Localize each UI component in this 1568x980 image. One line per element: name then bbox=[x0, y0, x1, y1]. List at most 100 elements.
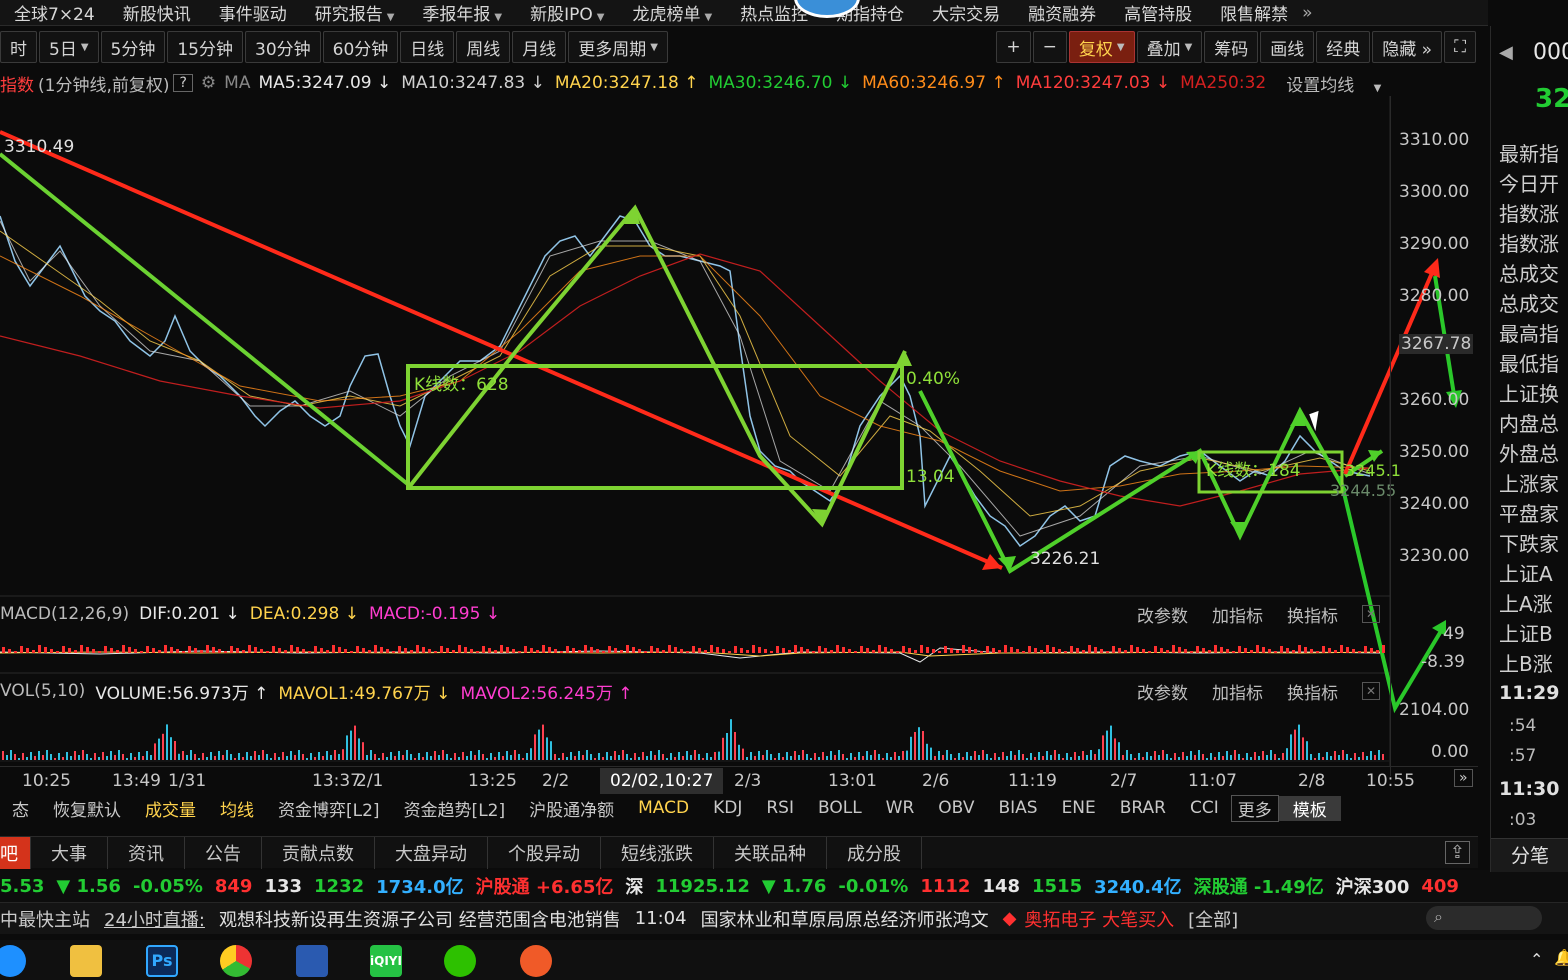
news-headline-2[interactable]: 国家林业和草原局原总经济师张鸿文 bbox=[701, 906, 989, 932]
chevron-left-icon[interactable]: ◀ bbox=[1499, 42, 1513, 63]
macd-switch-indicator-button[interactable]: 换指标 bbox=[1287, 602, 1338, 627]
bell-icon[interactable]: 🔔 bbox=[1554, 948, 1568, 967]
tool-button-6[interactable]: 经典 bbox=[1316, 31, 1371, 63]
macd-add-indicator-button[interactable]: 加指标 bbox=[1212, 602, 1263, 627]
news-source[interactable]: 中最快主站 bbox=[0, 906, 90, 932]
period-button-9[interactable]: 更多周期 ▼ bbox=[568, 31, 668, 63]
nav-item-12[interactable]: 限售解禁 bbox=[1206, 0, 1302, 25]
tab-tick-detail[interactable]: 分笔 bbox=[1491, 838, 1568, 872]
close-icon[interactable]: ✕ bbox=[1362, 682, 1380, 700]
macd-bar bbox=[2, 647, 5, 653]
info-tab-0[interactable]: 吧 bbox=[0, 836, 31, 869]
news-headline-1[interactable]: 观想科技新设再生资源子公司 经营范围含电池销售 bbox=[219, 906, 621, 932]
vol-switch-indicator-button[interactable]: 换指标 bbox=[1287, 679, 1338, 704]
news-all-link[interactable]: [全部] bbox=[1188, 906, 1238, 932]
gear-icon[interactable]: ⚙ bbox=[201, 73, 216, 93]
nav-item-11[interactable]: 高管持股 bbox=[1110, 0, 1206, 25]
indicator-tab-2[interactable]: 成交量 bbox=[133, 796, 208, 821]
volume-bar bbox=[858, 752, 860, 760]
tool-button-5[interactable]: 画线 bbox=[1260, 31, 1315, 63]
help-button[interactable]: ? bbox=[173, 74, 193, 92]
info-tab-8[interactable]: 关联品种 bbox=[714, 836, 827, 869]
news-live-link[interactable]: 24小时直播: bbox=[104, 906, 205, 932]
nav-item-5[interactable]: 新股IPO ▼ bbox=[516, 0, 618, 25]
nav-item-6[interactable]: 龙虎榜单 ▼ bbox=[618, 0, 726, 25]
wechat-icon[interactable] bbox=[444, 945, 476, 977]
iqiyi-icon[interactable]: iQIYI bbox=[370, 945, 402, 977]
folder-icon[interactable] bbox=[70, 945, 102, 977]
tool-button-4[interactable]: 筹码 bbox=[1204, 31, 1259, 63]
volume-bar bbox=[386, 757, 388, 760]
indicator-tab-8[interactable]: KDJ bbox=[701, 798, 754, 818]
app-icon[interactable] bbox=[296, 945, 328, 977]
indicator-tab-16[interactable]: CCI bbox=[1178, 798, 1231, 818]
edge-icon[interactable] bbox=[0, 945, 26, 977]
tool-button-1[interactable]: − bbox=[1032, 31, 1067, 63]
period-button-3[interactable]: 15分钟 bbox=[167, 31, 243, 63]
period-button-6[interactable]: 日线 bbox=[400, 31, 455, 63]
info-tab-2[interactable]: 资讯 bbox=[108, 836, 185, 869]
search-input[interactable]: ⌕ bbox=[1426, 906, 1542, 930]
vol-add-indicator-button[interactable]: 加指标 bbox=[1212, 679, 1263, 704]
tool-button-8[interactable]: ⛶ bbox=[1444, 31, 1476, 63]
news-alert[interactable]: 奥拓电子 大笔买入 bbox=[1024, 906, 1174, 932]
nav-item-10[interactable]: 融资融券 bbox=[1014, 0, 1110, 25]
indicator-tab-7[interactable]: MACD bbox=[626, 798, 701, 818]
indicator-tab-4[interactable]: 资金博弈[L2] bbox=[266, 796, 392, 821]
info-tab-1[interactable]: 大事 bbox=[31, 836, 108, 869]
period-button-4[interactable]: 30分钟 bbox=[245, 31, 321, 63]
period-button-1[interactable]: 5日 ▼ bbox=[39, 31, 99, 63]
macd-bar bbox=[992, 648, 995, 653]
vol-edit-param-button[interactable]: 改参数 bbox=[1137, 679, 1188, 704]
expand-icon[interactable]: ⇪ bbox=[1444, 841, 1470, 864]
indicator-tab-6[interactable]: 沪股通净额 bbox=[517, 796, 626, 821]
tool-button-2[interactable]: 复权 ▼ bbox=[1068, 31, 1135, 63]
indicator-tab-15[interactable]: BRAR bbox=[1108, 798, 1178, 818]
info-tab-3[interactable]: 公告 bbox=[185, 836, 262, 869]
close-icon[interactable]: ✕ bbox=[1362, 605, 1380, 623]
info-tab-4[interactable]: 贡献点数 bbox=[262, 836, 375, 869]
volume-bar bbox=[518, 754, 520, 760]
indicator-tab-12[interactable]: OBV bbox=[926, 798, 986, 818]
indicator-tab-1[interactable]: 恢复默认 bbox=[41, 796, 133, 821]
indicator-tab-13[interactable]: BIAS bbox=[986, 798, 1049, 818]
indicator-tab-17[interactable]: 更多 bbox=[1230, 794, 1279, 822]
chevron-up-icon[interactable]: ⌃ bbox=[1530, 950, 1543, 969]
tool-button-0[interactable]: + bbox=[996, 31, 1031, 63]
info-tab-6[interactable]: 个股异动 bbox=[488, 836, 601, 869]
nav-item-0[interactable]: 全球7×24 bbox=[0, 0, 109, 25]
xaxis-more-button[interactable]: » bbox=[1454, 769, 1473, 787]
nav-item-4[interactable]: 季报年报 ▼ bbox=[408, 0, 516, 25]
info-tab-5[interactable]: 大盘异动 bbox=[375, 836, 488, 869]
nav-item-9[interactable]: 大宗交易 bbox=[918, 0, 1014, 25]
volume-bar bbox=[26, 757, 28, 760]
period-button-0[interactable]: 时 bbox=[0, 31, 37, 63]
nav-more-button[interactable]: » bbox=[1302, 3, 1312, 23]
volume-bar bbox=[374, 754, 376, 760]
tool-button-7[interactable]: 隐藏 » bbox=[1372, 31, 1443, 63]
period-button-7[interactable]: 周线 bbox=[456, 31, 511, 63]
tonghuashun-icon[interactable] bbox=[520, 945, 552, 977]
indicator-tab-3[interactable]: 均线 bbox=[208, 796, 266, 821]
indicator-tab-0[interactable]: 态 bbox=[0, 796, 41, 821]
indicator-tab-5[interactable]: 资金趋势[L2] bbox=[392, 796, 518, 821]
period-button-5[interactable]: 60分钟 bbox=[322, 31, 399, 63]
info-tab-7[interactable]: 短线涨跌 bbox=[601, 836, 714, 869]
nav-item-2[interactable]: 事件驱动 bbox=[205, 0, 301, 25]
indicator-tab-10[interactable]: BOLL bbox=[806, 798, 874, 818]
indicator-tab-18[interactable]: 模板 bbox=[1278, 795, 1341, 821]
indicator-tab-9[interactable]: RSI bbox=[754, 798, 806, 818]
photoshop-icon[interactable]: Ps bbox=[146, 945, 178, 977]
volume-bar bbox=[730, 719, 732, 760]
tool-button-3[interactable]: 叠加 ▼ bbox=[1136, 31, 1203, 63]
nav-item-3[interactable]: 研究报告 ▼ bbox=[301, 0, 409, 25]
chrome-icon[interactable] bbox=[220, 945, 252, 977]
indicator-tab-14[interactable]: ENE bbox=[1050, 798, 1108, 818]
period-button-2[interactable]: 5分钟 bbox=[100, 31, 166, 63]
ma-settings-button[interactable]: 设置均线 ▼ bbox=[1286, 71, 1391, 96]
period-button-8[interactable]: 月线 bbox=[512, 31, 567, 63]
macd-edit-param-button[interactable]: 改参数 bbox=[1137, 602, 1188, 627]
indicator-tab-11[interactable]: WR bbox=[874, 798, 927, 818]
info-tab-9[interactable]: 成分股 bbox=[827, 836, 922, 869]
nav-item-1[interactable]: 新股快讯 bbox=[109, 0, 205, 25]
